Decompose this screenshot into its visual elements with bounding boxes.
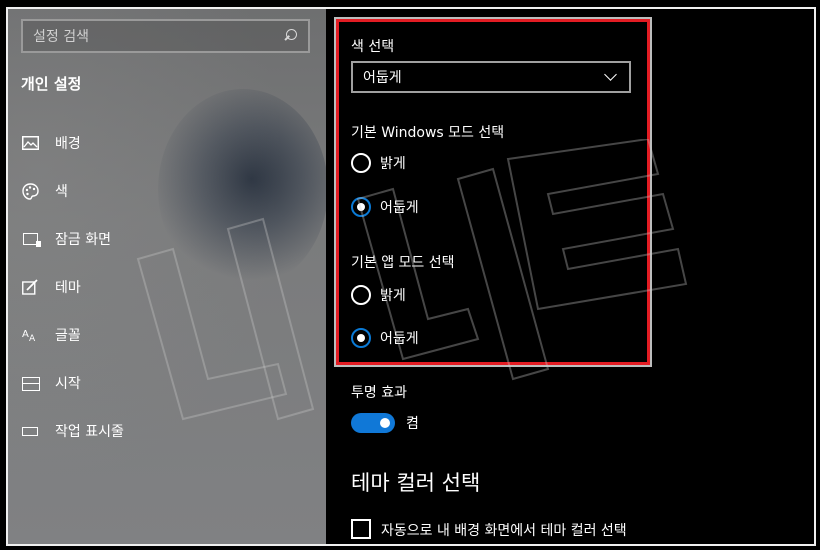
font-icon: AA bbox=[21, 326, 39, 344]
sidebar-item-label: 글꼴 bbox=[55, 328, 81, 344]
windows-mode-label: 기본 Windows 모드 선택 bbox=[351, 125, 505, 141]
sidebar-item-lock-screen[interactable]: 잠금 화면 bbox=[21, 215, 311, 263]
auto-accent-checkbox[interactable] bbox=[351, 519, 371, 539]
auto-accent-label: 자동으로 내 배경 화면에서 테마 컬러 선택 bbox=[381, 523, 627, 539]
search-input[interactable]: 설정 검색 bbox=[33, 26, 282, 46]
windows-mode-light-option[interactable]: 밝게 bbox=[351, 153, 406, 173]
theme-icon bbox=[21, 278, 39, 296]
chevron-down-icon bbox=[604, 68, 617, 81]
image-icon bbox=[21, 134, 39, 152]
radio-button-selected[interactable] bbox=[351, 197, 371, 217]
content-pane: 색 선택 어둡게 기본 Windows 모드 선택 밝게 어둡게 기본 앱 모드… bbox=[326, 9, 814, 544]
app-mode-label: 기본 앱 모드 선택 bbox=[351, 255, 455, 271]
taskbar-icon bbox=[21, 422, 39, 440]
sidebar-item-label: 배경 bbox=[55, 136, 81, 152]
sidebar-item-label: 작업 표시줄 bbox=[55, 424, 124, 440]
dropdown-value: 어둡게 bbox=[363, 70, 402, 86]
svg-text:A: A bbox=[22, 329, 29, 340]
toggle-knob bbox=[380, 418, 390, 428]
sidebar: 설정 검색 개인 설정 배경 색 잠금 화면 테마 A A 글꼴 시작 작업 표… bbox=[8, 9, 326, 544]
settings-window: 설정 검색 개인 설정 배경 색 잠금 화면 테마 A A 글꼴 시작 작업 표… bbox=[6, 7, 816, 546]
window-frame: 설정 검색 개인 설정 배경 색 잠금 화면 테마 A A 글꼴 시작 작업 표… bbox=[0, 0, 820, 550]
sidebar-item-label: 잠금 화면 bbox=[55, 232, 111, 248]
palette-icon bbox=[21, 182, 39, 200]
sidebar-item-fonts[interactable]: AA 글꼴 bbox=[21, 311, 311, 359]
svg-text:A: A bbox=[29, 334, 36, 343]
radio-label: 어둡게 bbox=[380, 331, 419, 347]
search-icon[interactable] bbox=[282, 28, 298, 44]
color-choice-dropdown[interactable]: 어둡게 bbox=[351, 61, 631, 93]
radio-button[interactable] bbox=[351, 153, 371, 173]
transparency-toggle[interactable] bbox=[351, 413, 395, 433]
radio-button[interactable] bbox=[351, 285, 371, 305]
app-mode-dark-option[interactable]: 어둡게 bbox=[351, 328, 419, 348]
sidebar-item-start[interactable]: 시작 bbox=[21, 359, 311, 407]
sidebar-item-background[interactable]: 배경 bbox=[21, 119, 311, 167]
search-box[interactable]: 설정 검색 bbox=[21, 19, 310, 53]
sidebar-item-label: 색 bbox=[55, 184, 68, 200]
radio-label: 밝게 bbox=[380, 156, 406, 172]
sidebar-item-taskbar[interactable]: 작업 표시줄 bbox=[21, 407, 311, 455]
transparency-label: 투명 효과 bbox=[351, 385, 407, 401]
start-icon bbox=[21, 374, 40, 392]
sidebar-item-color[interactable]: 색 bbox=[21, 167, 311, 215]
sidebar-item-label: 시작 bbox=[55, 376, 81, 392]
windows-mode-dark-option[interactable]: 어둡게 bbox=[351, 197, 419, 217]
lock-screen-icon bbox=[21, 230, 41, 248]
radio-label: 밝게 bbox=[380, 288, 406, 304]
page-title: 개인 설정 bbox=[21, 75, 82, 93]
transparency-state: 켬 bbox=[406, 416, 419, 432]
sidebar-item-label: 테마 bbox=[55, 280, 81, 296]
sidebar-nav: 배경 색 잠금 화면 테마 A A 글꼴 시작 작업 표시줄 bbox=[21, 119, 311, 455]
radio-button-selected[interactable] bbox=[351, 328, 371, 348]
color-choice-label: 색 선택 bbox=[351, 39, 395, 55]
radio-label: 어둡게 bbox=[380, 200, 419, 216]
app-mode-light-option[interactable]: 밝게 bbox=[351, 285, 406, 305]
accent-color-heading: 테마 컬러 선택 bbox=[351, 471, 481, 495]
sidebar-item-themes[interactable]: 테마 bbox=[21, 263, 311, 311]
